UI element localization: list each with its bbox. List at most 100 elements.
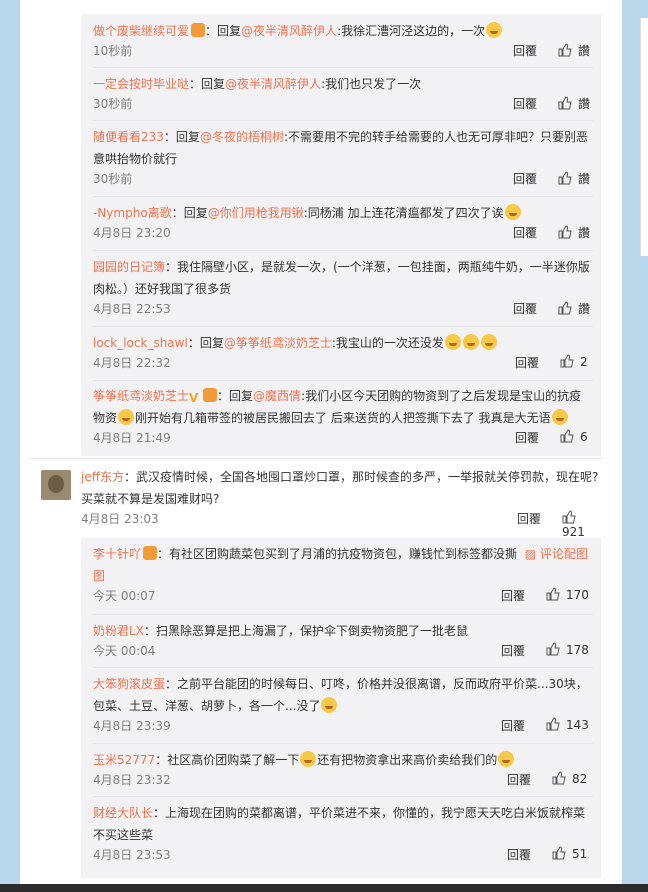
like-count: 讚 — [578, 44, 591, 58]
list-item: 随便看看233：回复@冬夜的梧桐树:不需要用不完的转手给需要的人也无可厚非吧？只… — [93, 130, 591, 187]
reply-button[interactable]: 回覆 — [513, 300, 537, 317]
list-item: 大笨狗滚皮蛋：之前平台能团的时候每日、叮咚，价格并没很离谱，反而政府平价菜...… — [93, 677, 589, 734]
emoji-icon — [321, 697, 338, 713]
comment-text-cont: 物资 — [93, 411, 118, 425]
mention-link[interactable]: @夜半清风醉伊人 — [241, 24, 337, 38]
timestamp: 4月8日 23:53 — [93, 848, 171, 862]
like-count: 51 — [572, 847, 588, 861]
thumb-up-icon — [562, 510, 576, 524]
comment-image-label: 评论配图 — [539, 547, 588, 561]
like-button[interactable]: 6 — [560, 429, 588, 444]
comment-text: 我宝山的一次还没发 — [335, 336, 444, 350]
comment-text: 武汉疫情时候，全国各地囤口罩炒口罩，那时候查的多严，一举报就关停罚款，现在呢? — [136, 470, 599, 484]
user-link[interactable]: 财经大队长 — [93, 806, 153, 820]
like-button[interactable]: 讚 — [558, 170, 590, 187]
comment-text: 我们小区今天团购的物资到了之后发现是宝山的抗疫 — [305, 389, 582, 403]
comment-text: 不需要用不完的转手给需要的人也无可厚非吧？只要别恶 — [288, 130, 589, 144]
comment-text-cont: 意哄抬物价就行 — [93, 152, 178, 166]
like-button[interactable]: 讚 — [558, 300, 590, 317]
emoji-icon — [480, 334, 497, 350]
side-card — [640, 18, 648, 256]
comment-image-link-cont[interactable]: 图 — [93, 569, 105, 583]
list-item: 筝筝纸鸢淡奶芝士V ：回复@魔西倩:我们小区今天团购的物资到了之后发现是宝山的抗疫… — [93, 388, 588, 446]
user-link[interactable]: 大笨狗滚皮蛋 — [93, 677, 165, 691]
like-count: 82 — [572, 772, 588, 786]
reply-button[interactable]: 回覆 — [507, 771, 531, 788]
timestamp: 10秒前 — [93, 44, 133, 58]
thumb-up-icon — [560, 354, 574, 368]
user-link[interactable]: 玉米52777 — [93, 753, 155, 767]
timestamp: 30秒前 — [93, 97, 133, 111]
user-link[interactable]: 随便看看233 — [93, 130, 164, 144]
like-button[interactable]: 2 — [560, 354, 588, 369]
mention-link[interactable]: @你们用枪我用锹 — [208, 206, 304, 220]
reply-button[interactable]: 回覆 — [515, 354, 539, 371]
thumb-up-icon — [546, 717, 560, 731]
reply-button[interactable]: 回覆 — [507, 846, 531, 863]
user-link[interactable]: lock_lock_shawl — [93, 336, 188, 350]
thumb-up-icon — [552, 846, 566, 860]
emoji-icon — [498, 751, 515, 767]
taskbar — [0, 884, 648, 892]
avatar[interactable] — [41, 470, 71, 500]
timestamp: 4月8日 23:03 — [81, 512, 159, 526]
like-button[interactable]: 921 — [562, 510, 601, 539]
like-button[interactable]: 82 — [552, 771, 587, 786]
reply-prefix: 回复 — [217, 24, 242, 38]
user-link[interactable]: -Nympho离歌 — [93, 206, 172, 220]
reply-button[interactable]: 回覆 — [513, 42, 537, 59]
like-button[interactable]: 178 — [546, 642, 589, 657]
reply-prefix: 回复 — [201, 77, 226, 91]
reply-button[interactable]: 回覆 — [513, 170, 537, 187]
mention-link[interactable]: @筝筝纸鸢淡奶芝士 — [224, 336, 332, 350]
user-link[interactable]: jeff东方 — [81, 470, 124, 484]
user-link[interactable]: 奶粉君LX — [93, 624, 144, 638]
divider — [93, 250, 593, 251]
mention-link[interactable]: @夜半清风醉伊人 — [225, 77, 321, 91]
like-count: 讚 — [578, 226, 591, 240]
reply-button[interactable]: 回覆 — [513, 224, 537, 241]
comment-text: 我住隔壁小区，是就发一次，(一个洋葱，一包挂面，两瓶纯牛奶，一半迷你版 — [177, 260, 590, 274]
timestamp: 今天 00:07 — [93, 589, 156, 603]
comment-text-cont: 买菜就不算是发国难财吗? — [81, 492, 220, 506]
like-button[interactable]: 51 — [552, 846, 587, 861]
thumb-up-icon — [558, 225, 572, 239]
user-link[interactable]: 李十针吖 — [93, 547, 141, 561]
list-item: 玉米52777：社区高价团购菜了解一下 还有把物资拿出来高价卖给我们的 4月8日 … — [93, 751, 588, 788]
reply-prefix: 回复 — [199, 336, 224, 350]
comment-image-link[interactable]: ▨ 评论配图 — [525, 547, 588, 561]
reply-button[interactable]: 回覆 — [513, 95, 537, 112]
thumb-up-icon — [560, 429, 574, 443]
reply-button[interactable]: 回覆 — [515, 429, 539, 446]
like-button[interactable]: 143 — [546, 717, 589, 732]
member-badge-icon — [203, 388, 218, 402]
list-item: 奶粉君LX：扫黑除恶算是把上海漏了，保护伞下倒卖物资肥了一批老鼠 今天 00:0… — [93, 624, 589, 659]
comment-text-cont: 肉松。）还好我国了很多货 — [93, 282, 232, 296]
member-badge-icon — [143, 546, 158, 560]
reply-button[interactable]: 回覆 — [501, 717, 525, 734]
like-button[interactable]: 讚 — [558, 42, 590, 59]
like-count: 143 — [566, 718, 589, 732]
like-count: 2 — [580, 355, 588, 369]
list-item: 财经大队长：上海现在团购的菜都离谱，平价菜进不来，你懂的，我宁愿天天吃白米饭就榨… — [93, 806, 588, 863]
emoji-icon — [551, 409, 568, 425]
comment-text: 上海现在团购的菜都离谱，平价菜进不来，你懂的，我宁愿天天吃白米饭就榨菜 — [165, 806, 586, 820]
like-button[interactable]: 讚 — [558, 224, 590, 241]
like-button[interactable]: 讚 — [558, 95, 590, 112]
reply-button[interactable]: 回覆 — [517, 510, 541, 527]
mention-link[interactable]: @魔西倩 — [253, 389, 301, 403]
divider — [93, 614, 593, 615]
timestamp: 4月8日 23:32 — [93, 773, 171, 787]
mention-link[interactable]: @冬夜的梧桐树 — [200, 130, 284, 144]
reply-button[interactable]: 回覆 — [501, 642, 525, 659]
timestamp: 4月8日 22:32 — [93, 356, 171, 370]
like-button[interactable]: 170 — [546, 587, 589, 602]
reply-button[interactable]: 回覆 — [501, 587, 525, 604]
thumb-up-icon — [558, 43, 572, 57]
thumb-up-icon — [546, 587, 560, 601]
user-link[interactable]: 筝筝纸鸢淡奶芝士 — [93, 389, 189, 403]
user-link[interactable]: 园园的日记簿 — [93, 260, 165, 274]
user-link[interactable]: 做个废柴继续可爱 — [93, 24, 189, 38]
emoji-icon — [504, 204, 521, 220]
user-link[interactable]: 一定会按时毕业哒 — [93, 77, 189, 91]
